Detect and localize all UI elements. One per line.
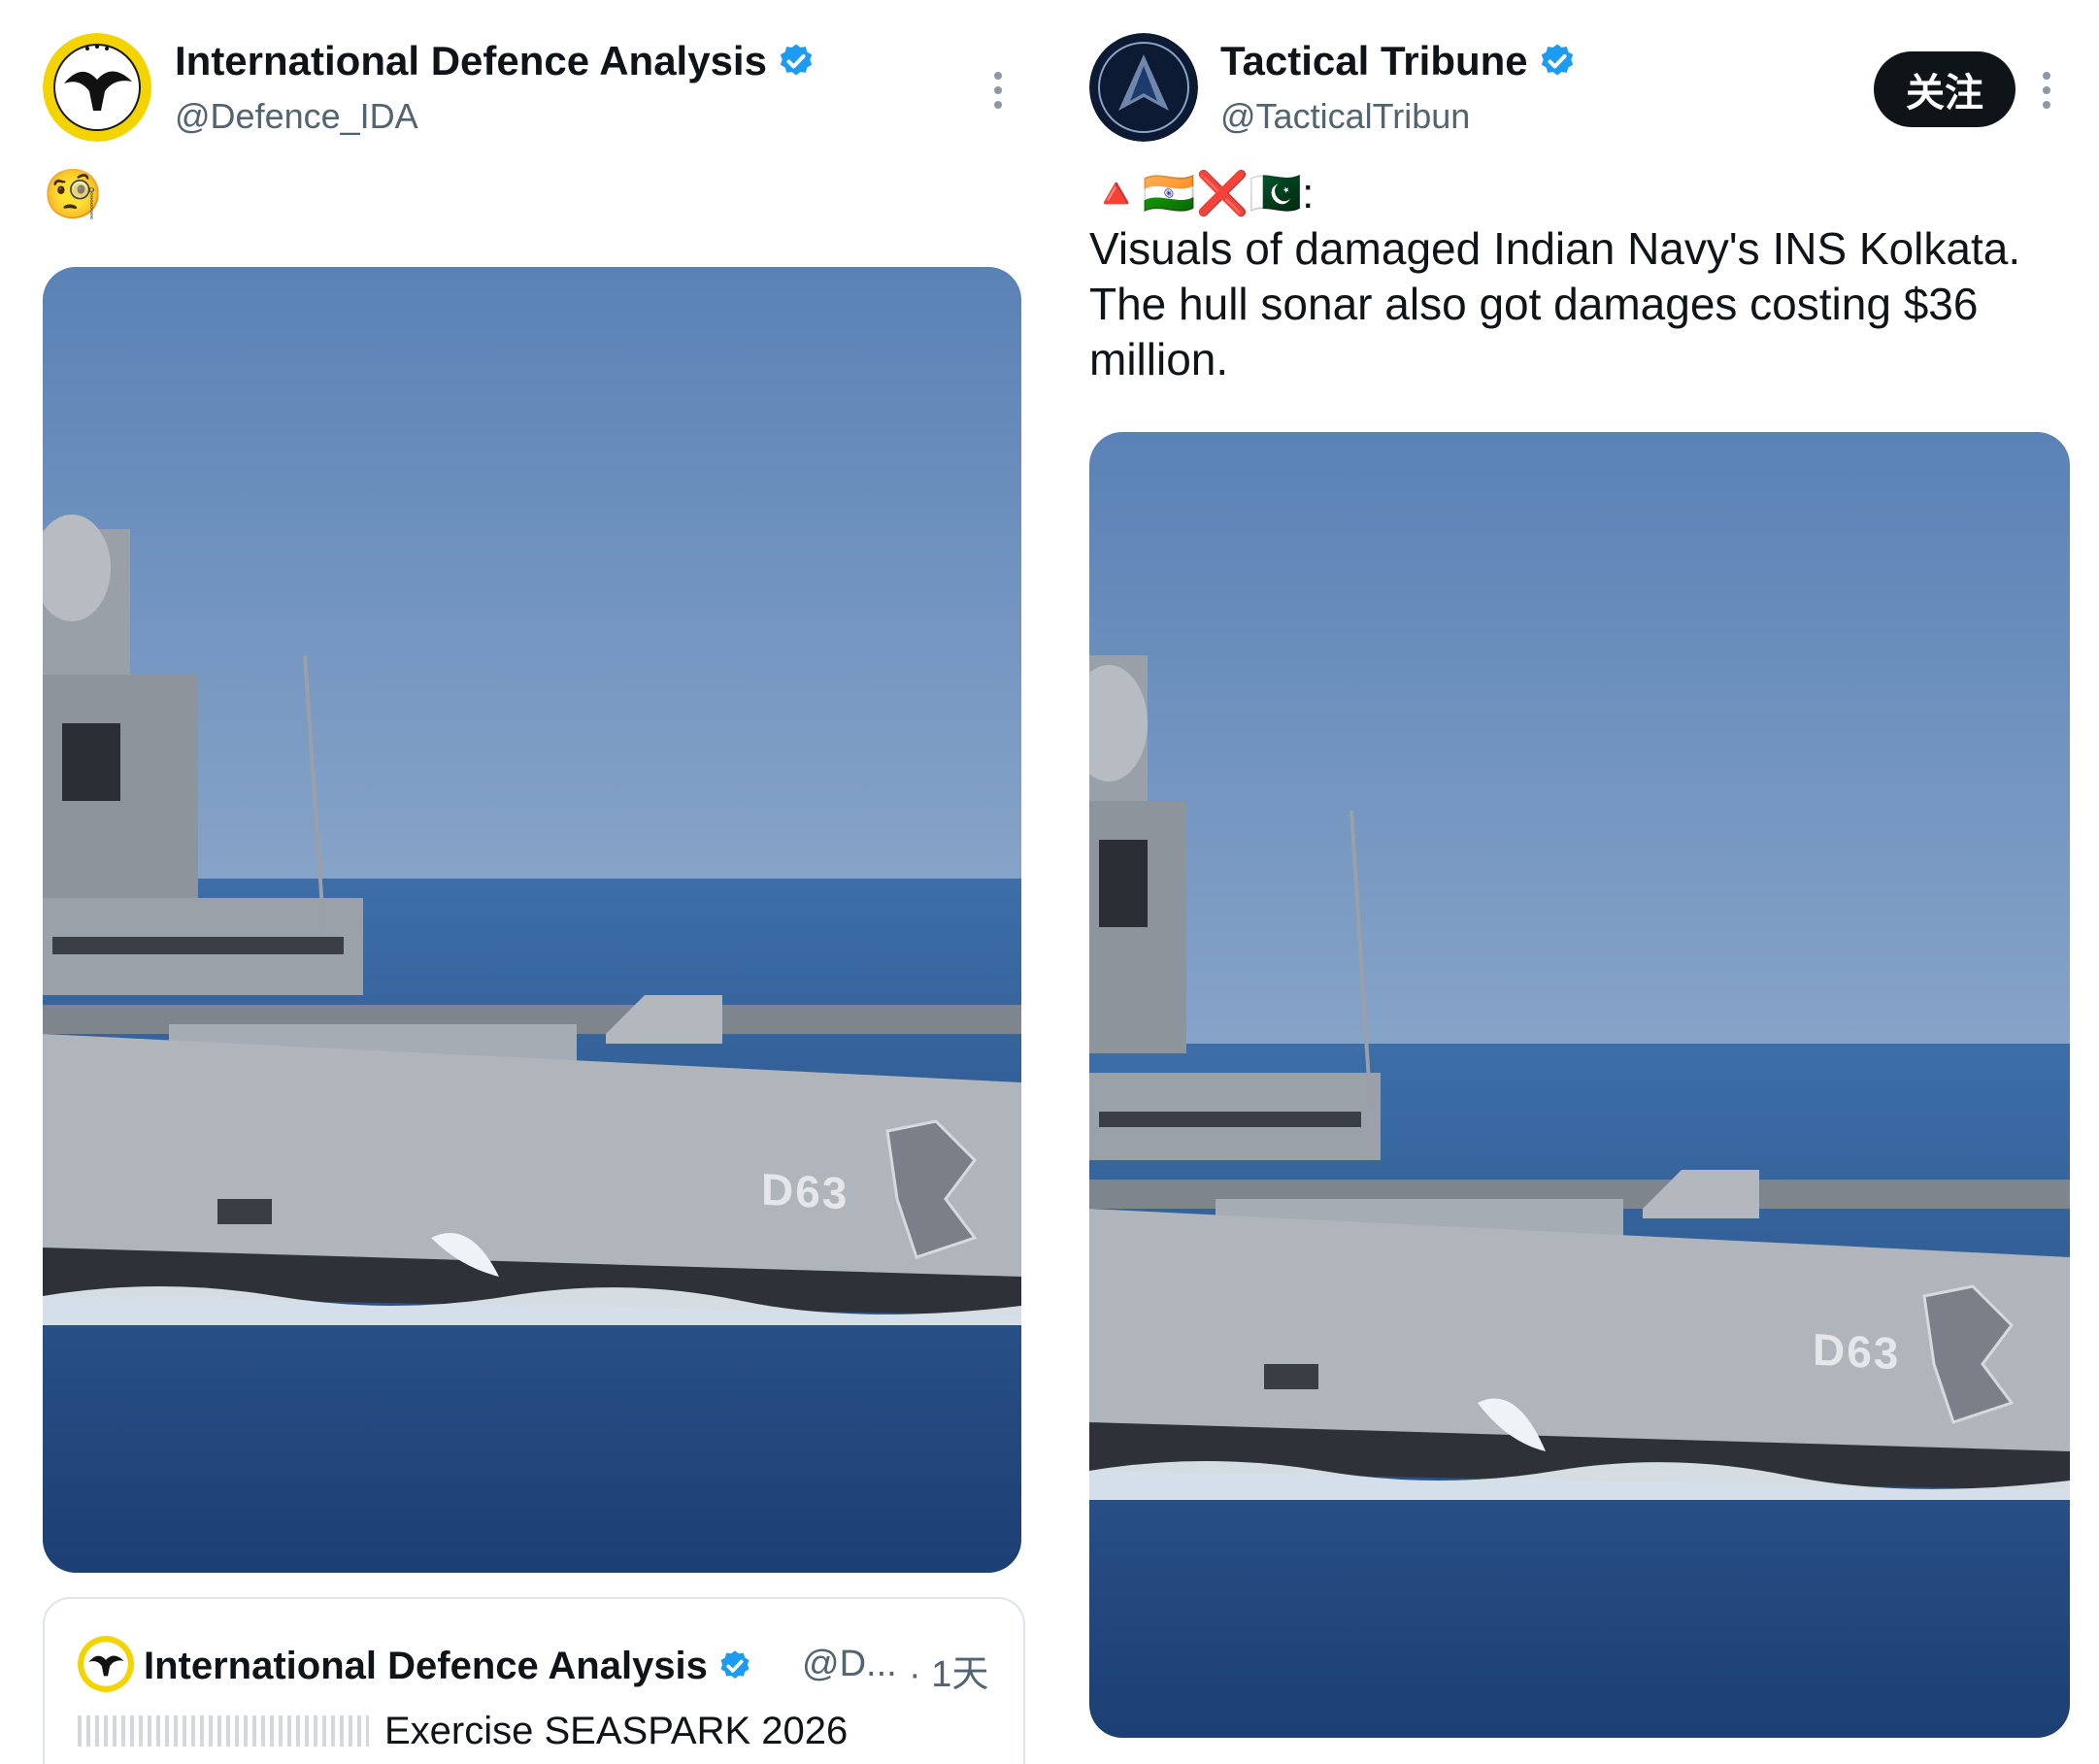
ida-author-name-text[interactable]: International Defence Analysis <box>175 37 767 85</box>
quote-author-avatar[interactable] <box>78 1636 134 1692</box>
tt-author-name-text[interactable]: Tactical Tribune <box>1220 37 1528 85</box>
tt-handle[interactable]: @TacticalTribun <box>1220 95 1470 138</box>
quoted-tweet-card[interactable]: International Defence Analysis @D... · 1… <box>43 1597 1025 1764</box>
quote-author-name[interactable]: International Defence Analysis <box>144 1642 752 1690</box>
more-options-icon[interactable] <box>2043 72 2050 109</box>
tt-avatar[interactable] <box>1089 33 1198 142</box>
tt-post-text: Visuals of damaged Indian Navy's INS Kol… <box>1089 223 2021 384</box>
tt-author-name[interactable]: Tactical Tribune <box>1220 37 1577 85</box>
quote-text-redacted <box>78 1715 369 1747</box>
quote-text: Exercise SEASPARK 2026 <box>384 1710 849 1752</box>
ida-author-name[interactable]: International Defence Analysis <box>175 37 816 85</box>
ida-avatar[interactable] <box>43 33 151 142</box>
hull-number-label: D63 <box>1813 1323 1901 1380</box>
verified-badge-icon <box>777 42 816 81</box>
quote-author-name-text[interactable]: International Defence Analysis <box>144 1642 708 1690</box>
quote-handle[interactable]: @D... <box>802 1644 897 1685</box>
ida-post-image[interactable]: D63 <box>43 267 1021 1573</box>
ida-emoji: 🧐 <box>43 167 104 221</box>
tt-post-image[interactable]: D63 <box>1089 432 2070 1738</box>
hull-number-label: D63 <box>761 1163 850 1219</box>
verified-badge-icon <box>1538 42 1577 81</box>
quote-timestamp[interactable]: · 1天 <box>909 1644 988 1697</box>
tt-emoji-prefix: 🔺🇮🇳❌🇵🇰: <box>1089 170 1315 217</box>
follow-button[interactable]: 关注 <box>1874 51 2016 127</box>
more-options-icon[interactable] <box>994 72 1002 109</box>
verified-badge-icon <box>717 1648 752 1683</box>
ida-handle[interactable]: @Defence_IDA <box>175 95 418 138</box>
